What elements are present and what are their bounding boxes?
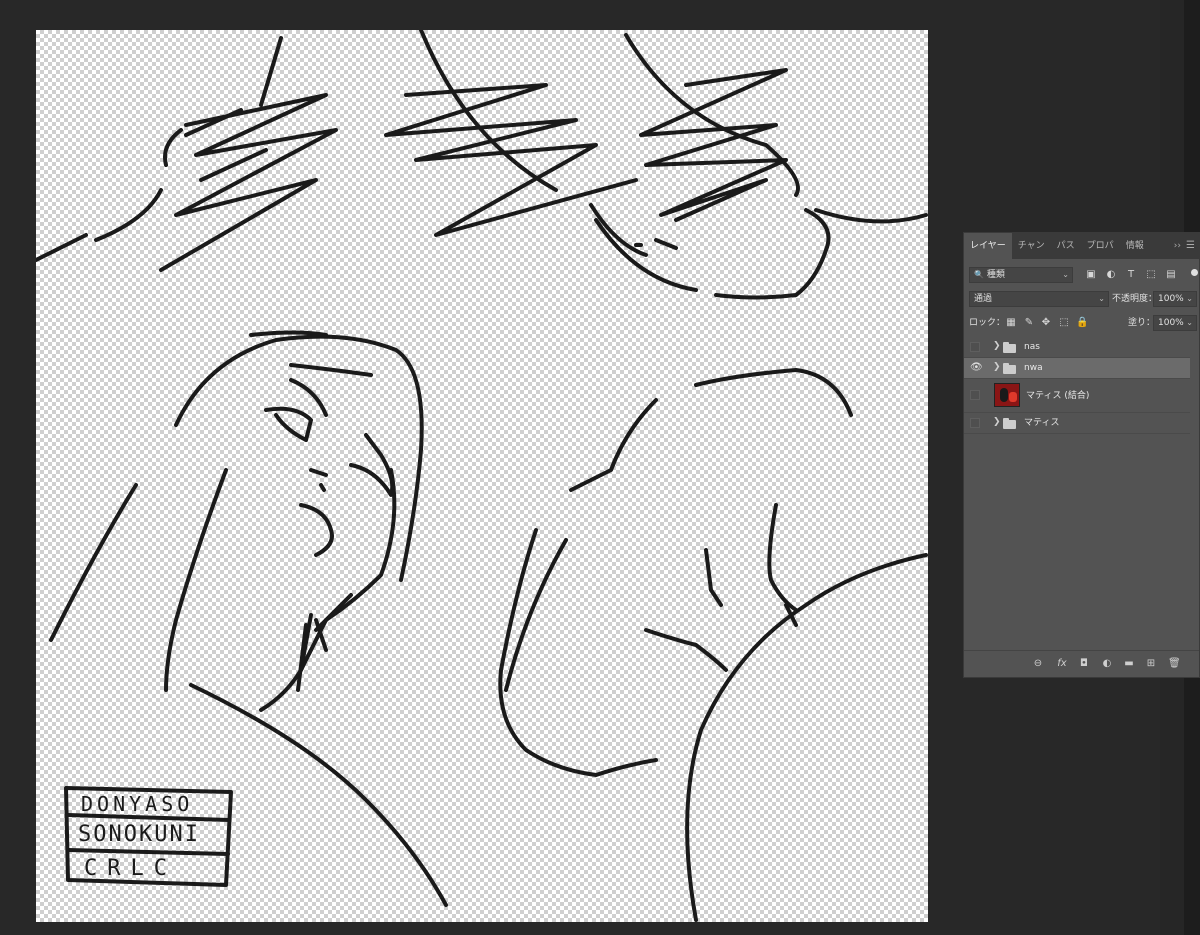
new-layer-icon[interactable]: ⊞ xyxy=(1145,658,1157,670)
eye-icon[interactable]: 👁 xyxy=(970,363,983,373)
blend-mode-value: 通過 xyxy=(974,294,993,304)
document-canvas[interactable]: DONYASO SONOKUNI CRLC xyxy=(36,30,928,922)
layer-thumbnail xyxy=(994,383,1020,407)
opacity-value: 100% xyxy=(1158,294,1184,304)
lock-artboard-icon[interactable]: ⬚ xyxy=(1058,317,1070,329)
stamp-text-2: SONOKUNI xyxy=(78,822,200,847)
stamp-text-1: DONYASO xyxy=(81,792,194,816)
layer-row-matisse-merged[interactable]: マティス (結合) xyxy=(964,379,1190,413)
fx-icon[interactable]: fx xyxy=(1056,658,1068,670)
chevron-right-icon[interactable]: ❯ xyxy=(993,341,1001,351)
folder-icon xyxy=(1003,363,1016,374)
fill-field[interactable]: 100% ⌄ xyxy=(1153,315,1197,331)
stamp-text-3: CRLC xyxy=(84,856,177,881)
tab-properties[interactable]: プロパ xyxy=(1081,233,1120,259)
folder-icon xyxy=(1003,418,1016,429)
opacity-field[interactable]: 100% ⌄ xyxy=(1153,291,1197,307)
visibility-toggle[interactable] xyxy=(970,390,980,400)
filter-smartobject-icon[interactable]: ▤ xyxy=(1165,269,1177,281)
layer-name: マティス xyxy=(1024,418,1060,428)
layer-name: マティス (結合) xyxy=(1026,391,1090,401)
chevron-down-icon: ⌄ xyxy=(1186,318,1193,327)
filter-kind-value: 種類 xyxy=(986,270,1005,280)
layer-row-nas[interactable]: ❯ nas xyxy=(964,337,1190,358)
layer-name: nwa xyxy=(1024,363,1043,373)
panel-tab-bar: レイヤー チャン パス プロパ 情報 ›› ☰ xyxy=(964,233,1199,259)
panel-menu-icon[interactable]: ☰ xyxy=(1186,233,1195,259)
trash-icon[interactable]: 🗑 xyxy=(1168,658,1181,670)
chevron-down-icon: ⌄ xyxy=(1186,294,1193,303)
lock-position-icon[interactable]: ✥ xyxy=(1040,317,1052,329)
layer-row-matisse[interactable]: ❯ マティス xyxy=(964,413,1190,434)
tab-channels[interactable]: チャン xyxy=(1012,233,1051,259)
filter-adjustment-icon[interactable]: ◐ xyxy=(1105,269,1117,281)
visibility-toggle[interactable] xyxy=(970,342,980,352)
mask-icon[interactable]: ◘ xyxy=(1078,658,1090,670)
lock-label: ロック： xyxy=(969,318,1006,328)
chevron-right-icon[interactable]: ❯ xyxy=(993,362,1001,372)
fill-value: 100% xyxy=(1158,318,1184,328)
sketch-drawing xyxy=(36,30,928,922)
tab-info[interactable]: 情報 xyxy=(1120,233,1150,259)
visibility-toggle[interactable] xyxy=(970,418,980,428)
layer-name: nas xyxy=(1024,342,1040,352)
link-icon[interactable]: ⊖ xyxy=(1032,658,1044,670)
filter-pixel-icon[interactable]: ▣ xyxy=(1085,269,1097,281)
filter-kind-select[interactable]: 🔍 種類 ⌄ xyxy=(969,267,1073,283)
search-icon: 🔍 xyxy=(974,270,984,279)
chevron-right-icon[interactable]: ❯ xyxy=(993,417,1001,427)
layer-row-nwa[interactable]: 👁 ❯ nwa xyxy=(964,358,1190,379)
layers-footer: ⊖ fx ◘ ◐ ▬ ⊞ 🗑 xyxy=(964,650,1199,677)
chevron-down-icon: ⌄ xyxy=(1062,270,1069,279)
lock-image-icon[interactable]: ✎ xyxy=(1023,317,1035,329)
blend-mode-select[interactable]: 通過 ⌄ xyxy=(969,291,1109,307)
new-group-icon[interactable]: ▬ xyxy=(1123,658,1135,670)
layers-list: ❯ nas 👁 ❯ nwa マティス (結合) ❯ マティス xyxy=(964,337,1190,437)
chevron-down-icon: ⌄ xyxy=(1098,294,1105,303)
lock-transparent-icon[interactable]: ▦ xyxy=(1005,317,1017,329)
tab-paths[interactable]: パス xyxy=(1051,233,1081,259)
tabs-overflow-icon[interactable]: ›› xyxy=(1174,233,1181,259)
lock-all-icon[interactable]: 🔒 xyxy=(1076,317,1088,329)
fill-label: 塗り： xyxy=(1128,318,1156,328)
opacity-label: 不透明度： xyxy=(1112,294,1158,304)
tab-layers[interactable]: レイヤー xyxy=(964,233,1012,259)
folder-icon xyxy=(1003,342,1016,353)
adjustment-layer-icon[interactable]: ◐ xyxy=(1101,658,1113,670)
filter-shape-icon[interactable]: ⬚ xyxy=(1145,269,1157,281)
filter-toggle-icon[interactable] xyxy=(1191,269,1198,276)
layers-panel: レイヤー チャン パス プロパ 情報 ›› ☰ 🔍 種類 ⌄ ▣ ◐ T ⬚ ▤… xyxy=(963,232,1200,678)
filter-type-icon[interactable]: T xyxy=(1125,269,1137,281)
